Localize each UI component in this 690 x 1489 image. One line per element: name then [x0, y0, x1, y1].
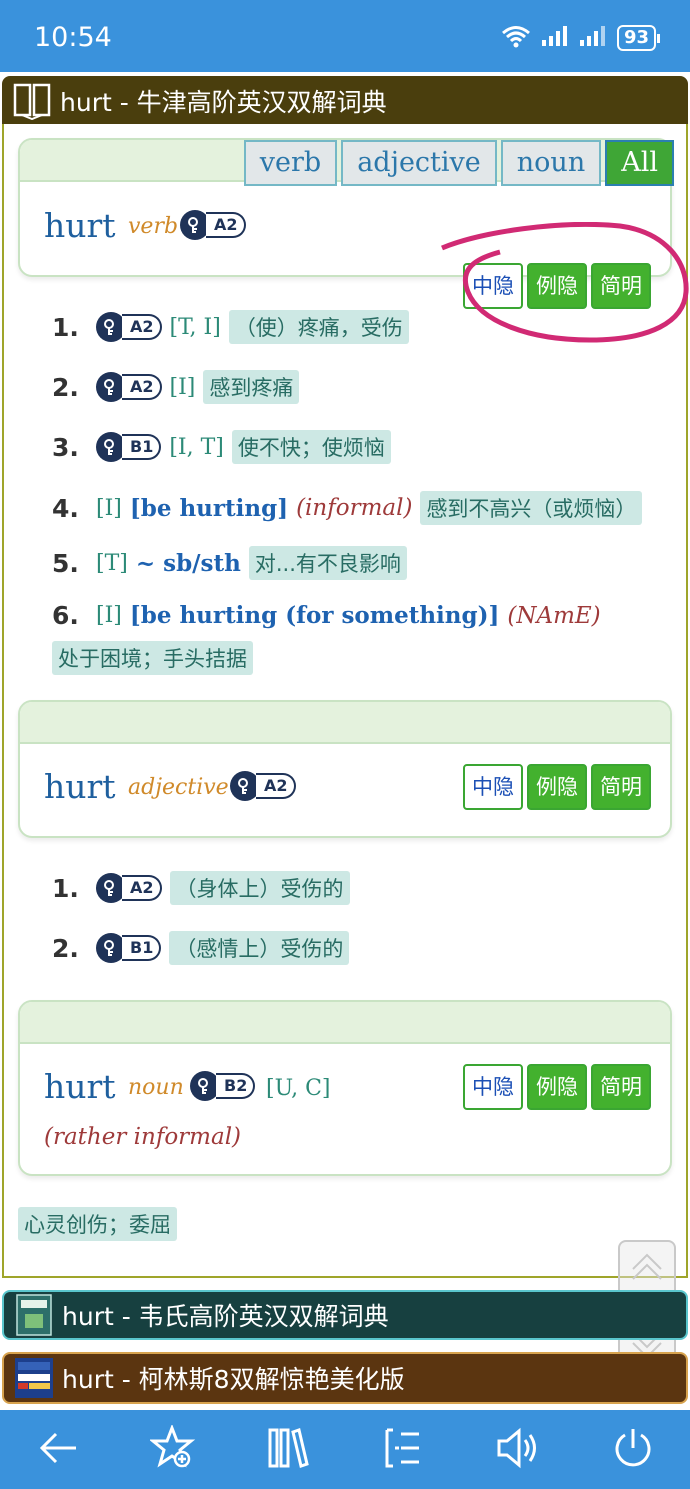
star-plus-icon	[148, 1423, 196, 1475]
tab-noun[interactable]: noun	[500, 140, 602, 186]
contents-button[interactable]	[373, 1420, 433, 1480]
level-badge: B1	[96, 432, 162, 462]
level-badge: B2	[190, 1071, 256, 1101]
signal-icon	[541, 25, 569, 51]
collins-cover-icon	[12, 1356, 56, 1400]
power-button[interactable]	[603, 1420, 663, 1480]
speaker-icon	[495, 1426, 541, 1474]
grammar-code: [U, C]	[266, 1076, 331, 1101]
part-of-speech: adjective	[128, 775, 229, 800]
headword: hurt	[44, 767, 116, 806]
arrow-left-icon	[36, 1426, 80, 1474]
dict-title: hurt - 韦氏高阶英汉双解词典	[62, 1302, 389, 1331]
register-label: (rather informal)	[44, 1124, 242, 1150]
webster-cover-icon	[12, 1293, 56, 1337]
chevron-up-icon	[627, 1247, 667, 1291]
hide-examples-button[interactable]: 例隐	[527, 1064, 587, 1110]
sense-1: 1. A2 [T, I] （使）疼痛，受伤	[52, 310, 409, 344]
sense-6-translation: 处于困境；手头拮据	[52, 641, 253, 675]
clock: 10:54	[34, 22, 112, 53]
hide-chinese-button[interactable]: 中隐	[463, 764, 523, 810]
signal-icon-2	[579, 25, 607, 51]
level-badge: A2	[96, 312, 162, 342]
books-icon	[266, 1426, 310, 1474]
level-badge: A2	[96, 372, 162, 402]
wifi-icon	[501, 24, 531, 52]
dict-header-webster[interactable]: hurt - 韦氏高阶英汉双解词典	[2, 1290, 688, 1340]
dict-header-collins[interactable]: hurt - 柯林斯8双解惊艳美化版	[2, 1352, 688, 1404]
adj-sense-1: 1. A2 （身体上）受伤的	[52, 871, 350, 905]
status-bar: 10:54 93	[0, 0, 690, 72]
power-icon	[611, 1426, 655, 1474]
noun-sense-translation: 心灵创伤；委屈	[18, 1207, 177, 1241]
headword: hurt	[44, 206, 116, 245]
sense-6: 6. [I] [be hurting (for something)] (NAm…	[52, 601, 601, 630]
simple-mode-button[interactable]: 简明	[591, 1064, 651, 1110]
book-icon	[10, 79, 54, 123]
sense-5: 5. [T] ~ sb/sth 对...有不良影响	[52, 546, 407, 580]
hide-examples-button[interactable]: 例隐	[527, 764, 587, 810]
dict-header-oxford[interactable]: hurt - 牛津高阶英汉双解词典	[2, 76, 688, 126]
level-badge: A2	[230, 771, 296, 801]
bottom-toolbar	[0, 1410, 690, 1489]
add-favorite-button[interactable]	[143, 1420, 203, 1480]
dict-title: hurt - 柯林斯8双解惊艳美化版	[62, 1365, 405, 1394]
hide-chinese-button[interactable]: 中隐	[463, 1064, 523, 1110]
part-of-speech: noun	[128, 1075, 184, 1100]
simple-mode-button[interactable]: 简明	[591, 764, 651, 810]
sense-4: 4. [I] [be hurting] (informal) 感到不高兴（或烦恼…	[52, 491, 643, 525]
tab-adjective[interactable]: adjective	[341, 140, 497, 186]
back-button[interactable]	[28, 1420, 88, 1480]
part-of-speech: verb	[128, 214, 179, 239]
adj-sense-2: 2. B1 （感情上）受伤的	[52, 931, 350, 965]
pos-tab-bar: verb adjective noun All	[243, 140, 674, 186]
level-badge: A2	[96, 873, 162, 903]
dictionaries-button[interactable]	[258, 1420, 318, 1480]
list-icon	[381, 1426, 425, 1474]
sense-2: 2. A2 [I] 感到疼痛	[52, 370, 300, 404]
status-icons: 93	[501, 24, 661, 52]
tab-all[interactable]: All	[605, 140, 674, 186]
tab-verb[interactable]: verb	[243, 140, 338, 186]
level-badge: B1	[96, 933, 162, 963]
battery-indicator: 93	[616, 25, 661, 51]
headword: hurt	[44, 1067, 116, 1106]
dict-title: hurt - 牛津高阶英汉双解词典	[60, 88, 387, 117]
sense-3: 3. B1 [I, T] 使不快；使烦恼	[52, 430, 391, 464]
level-badge: A2	[180, 210, 246, 240]
speak-button[interactable]	[488, 1420, 548, 1480]
annotation-circle	[441, 222, 689, 343]
